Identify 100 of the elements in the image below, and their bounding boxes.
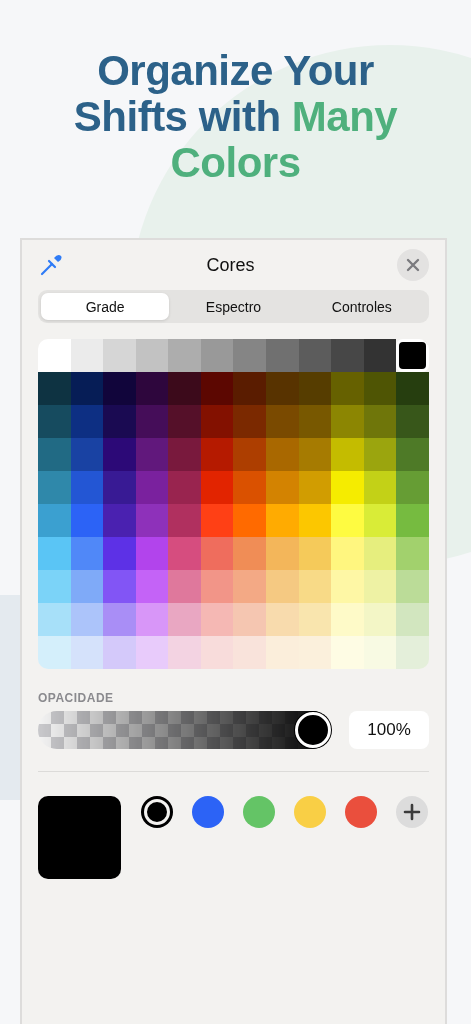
color-swatch[interactable] bbox=[233, 471, 267, 504]
color-swatch[interactable] bbox=[70, 405, 104, 438]
color-swatch[interactable] bbox=[363, 570, 397, 603]
close-icon[interactable] bbox=[397, 249, 429, 281]
color-swatch[interactable] bbox=[200, 537, 234, 570]
favorite-color[interactable] bbox=[294, 796, 326, 828]
color-swatch[interactable] bbox=[38, 405, 71, 438]
color-swatch[interactable] bbox=[298, 570, 332, 603]
color-swatch[interactable] bbox=[135, 471, 169, 504]
color-swatch[interactable] bbox=[396, 636, 429, 669]
color-swatch[interactable] bbox=[331, 570, 364, 603]
color-swatch[interactable] bbox=[103, 504, 136, 537]
color-swatch[interactable] bbox=[298, 636, 332, 669]
color-swatch[interactable] bbox=[135, 504, 169, 537]
opacity-slider[interactable] bbox=[38, 711, 332, 749]
color-swatch[interactable] bbox=[233, 372, 267, 405]
color-swatch[interactable] bbox=[70, 372, 104, 405]
color-swatch[interactable] bbox=[103, 471, 136, 504]
color-swatch[interactable] bbox=[38, 339, 71, 372]
favorite-color[interactable] bbox=[243, 796, 275, 828]
color-swatch[interactable] bbox=[38, 636, 71, 669]
tab[interactable]: Grade bbox=[41, 293, 170, 320]
color-swatch[interactable] bbox=[103, 603, 136, 636]
color-swatch[interactable] bbox=[233, 603, 267, 636]
color-swatch[interactable] bbox=[200, 471, 234, 504]
color-swatch[interactable] bbox=[168, 504, 201, 537]
color-swatch[interactable] bbox=[298, 339, 332, 372]
color-swatch[interactable] bbox=[38, 372, 71, 405]
color-swatch[interactable] bbox=[363, 603, 397, 636]
color-swatch[interactable] bbox=[363, 471, 397, 504]
color-swatch[interactable] bbox=[266, 339, 299, 372]
color-swatch[interactable] bbox=[103, 570, 136, 603]
color-swatch[interactable] bbox=[396, 603, 429, 636]
color-swatch[interactable] bbox=[200, 504, 234, 537]
color-swatch[interactable] bbox=[233, 438, 267, 471]
color-swatch[interactable] bbox=[363, 504, 397, 537]
color-swatch[interactable] bbox=[298, 471, 332, 504]
tab[interactable]: Espectro bbox=[169, 293, 298, 320]
color-swatch[interactable] bbox=[70, 471, 104, 504]
color-swatch[interactable] bbox=[168, 603, 201, 636]
color-swatch[interactable] bbox=[331, 471, 364, 504]
color-swatch[interactable] bbox=[363, 372, 397, 405]
color-swatch[interactable] bbox=[135, 570, 169, 603]
color-swatch[interactable] bbox=[135, 636, 169, 669]
color-swatch[interactable] bbox=[396, 372, 429, 405]
color-swatch[interactable] bbox=[266, 537, 299, 570]
color-swatch[interactable] bbox=[103, 537, 136, 570]
color-swatch[interactable] bbox=[331, 438, 364, 471]
color-swatch[interactable] bbox=[103, 438, 136, 471]
color-swatch[interactable] bbox=[70, 504, 104, 537]
color-swatch[interactable] bbox=[331, 504, 364, 537]
color-swatch[interactable] bbox=[266, 570, 299, 603]
color-swatch[interactable] bbox=[135, 405, 169, 438]
color-swatch[interactable] bbox=[38, 570, 71, 603]
color-swatch[interactable] bbox=[200, 603, 234, 636]
color-swatch[interactable] bbox=[168, 339, 201, 372]
eyedropper-icon[interactable] bbox=[38, 252, 64, 278]
favorite-color[interactable] bbox=[345, 796, 377, 828]
color-swatch[interactable] bbox=[233, 504, 267, 537]
color-swatch[interactable] bbox=[135, 537, 169, 570]
color-swatch[interactable] bbox=[266, 405, 299, 438]
color-swatch[interactable] bbox=[233, 339, 267, 372]
color-swatch[interactable] bbox=[233, 636, 267, 669]
color-swatch[interactable] bbox=[135, 339, 169, 372]
color-swatch[interactable] bbox=[266, 636, 299, 669]
color-swatch[interactable] bbox=[168, 537, 201, 570]
color-swatch[interactable] bbox=[266, 438, 299, 471]
color-swatch[interactable] bbox=[298, 603, 332, 636]
color-swatch[interactable] bbox=[70, 636, 104, 669]
slider-thumb[interactable] bbox=[295, 712, 332, 748]
color-swatch[interactable] bbox=[233, 537, 267, 570]
color-swatch[interactable] bbox=[70, 570, 104, 603]
color-swatch[interactable] bbox=[298, 372, 332, 405]
color-swatch[interactable] bbox=[200, 372, 234, 405]
color-swatch[interactable] bbox=[331, 339, 364, 372]
color-swatch[interactable] bbox=[298, 504, 332, 537]
color-swatch[interactable] bbox=[103, 636, 136, 669]
color-swatch[interactable] bbox=[38, 438, 71, 471]
color-swatch[interactable] bbox=[233, 405, 267, 438]
color-swatch[interactable] bbox=[331, 603, 364, 636]
color-swatch[interactable] bbox=[168, 372, 201, 405]
favorite-color[interactable] bbox=[192, 796, 224, 828]
color-swatch[interactable] bbox=[70, 603, 104, 636]
color-swatch[interactable] bbox=[298, 438, 332, 471]
color-swatch[interactable] bbox=[396, 504, 429, 537]
color-swatch[interactable] bbox=[331, 405, 364, 438]
color-swatch[interactable] bbox=[70, 438, 104, 471]
color-swatch[interactable] bbox=[396, 471, 429, 504]
color-swatch[interactable] bbox=[135, 372, 169, 405]
favorite-color[interactable] bbox=[144, 799, 170, 825]
color-swatch[interactable] bbox=[396, 570, 429, 603]
color-swatch[interactable] bbox=[200, 438, 234, 471]
color-swatch[interactable] bbox=[363, 405, 397, 438]
color-swatch[interactable] bbox=[103, 405, 136, 438]
color-swatch[interactable] bbox=[200, 570, 234, 603]
opacity-field[interactable]: 100% bbox=[349, 711, 429, 749]
color-swatch[interactable] bbox=[363, 438, 397, 471]
color-swatch[interactable] bbox=[331, 636, 364, 669]
color-swatch[interactable] bbox=[70, 537, 104, 570]
color-swatch[interactable] bbox=[363, 339, 397, 372]
